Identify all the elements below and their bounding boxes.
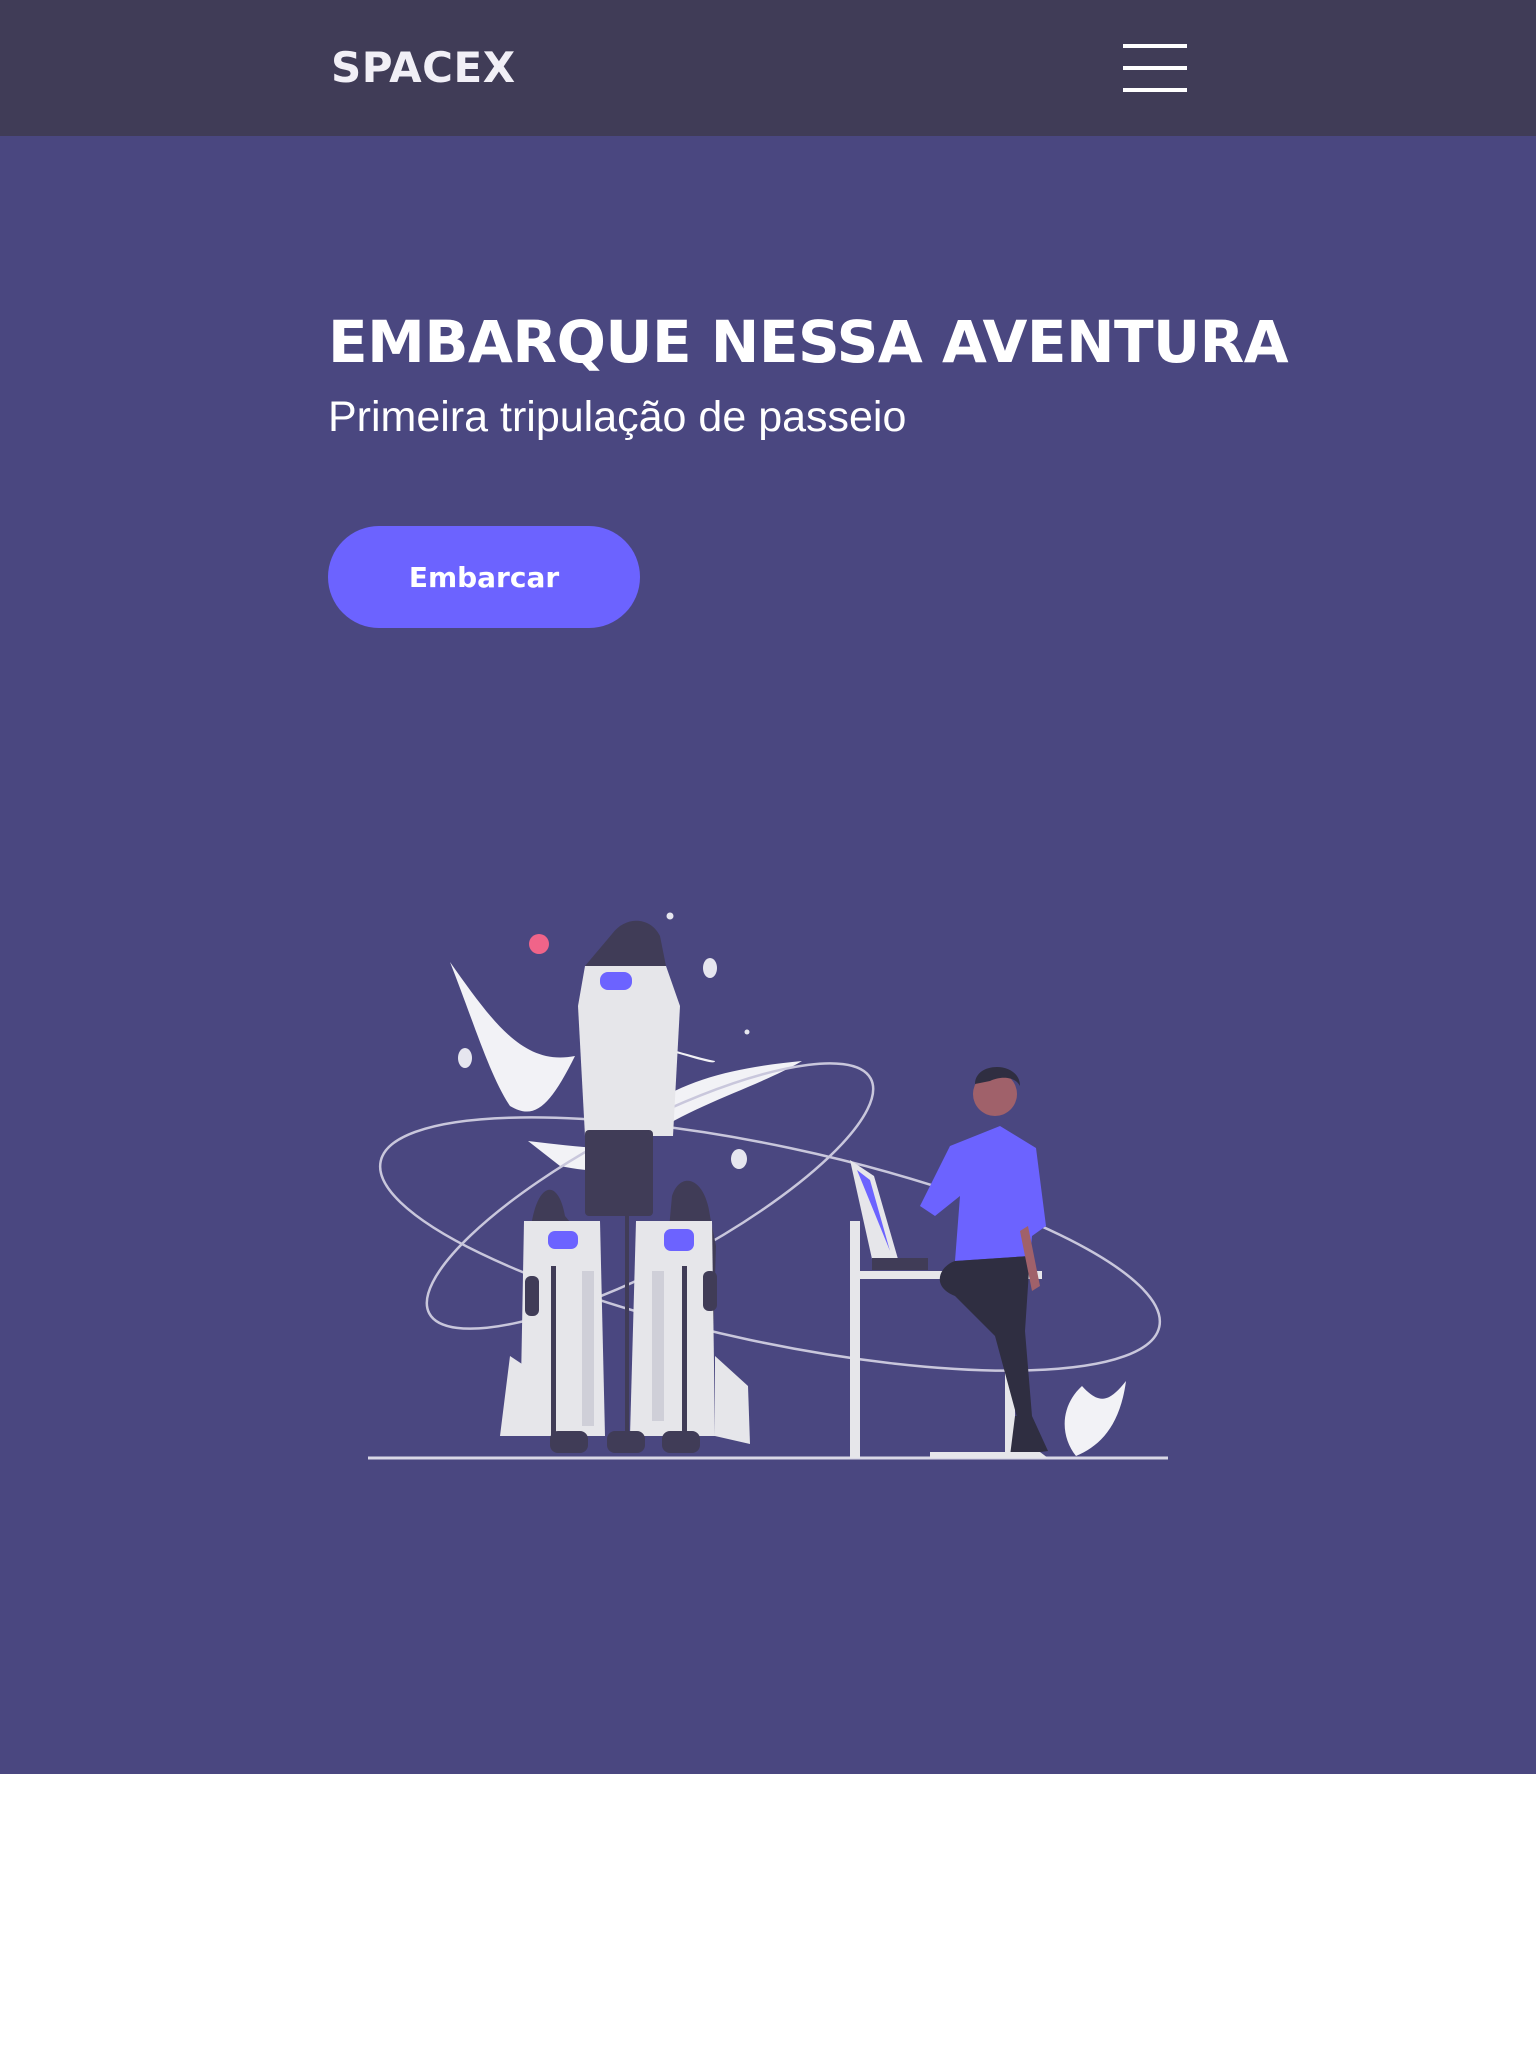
- hero-section: EMBARQUE NESSA AVENTURA Primeira tripula…: [0, 136, 1536, 1774]
- booster-stripe-icon: [625, 1216, 629, 1436]
- moon-dot-icon: [703, 958, 717, 978]
- brand-logo[interactable]: SPACEX: [331, 40, 516, 96]
- menu-bar-top: [1123, 44, 1187, 48]
- hero-subtitle: Primeira tripulação de passeio: [328, 393, 907, 441]
- person-shoe-icon: [1010, 1416, 1048, 1456]
- page-bottom-area: [0, 1774, 1536, 2048]
- booster-fin-icon: [715, 1356, 750, 1444]
- rocket-foot-icon: [607, 1431, 645, 1453]
- booster-window-icon: [548, 1231, 578, 1249]
- leaf-plant-icon: [1064, 1381, 1126, 1456]
- rocket-nose-icon: [585, 920, 666, 966]
- booster-right-icon: [630, 1221, 715, 1436]
- rocket-window-icon: [600, 972, 632, 990]
- menu-bar-middle: [1123, 66, 1187, 70]
- booster-window-icon: [664, 1229, 694, 1251]
- pink-planet-icon: [529, 934, 549, 954]
- rocket-launch-illustration: [368, 912, 1168, 1460]
- laptop-keyboard-icon: [872, 1258, 928, 1270]
- booster-shade-icon: [582, 1271, 594, 1426]
- rocket-stage-icon: [585, 1130, 653, 1216]
- moon-dot-icon: [458, 1048, 472, 1068]
- hero-title: EMBARQUE NESSA AVENTURA: [328, 308, 1289, 376]
- booster-stripe-icon: [551, 1266, 556, 1436]
- embarcar-button[interactable]: Embarcar: [328, 526, 640, 628]
- sparkle-icon: [744, 1029, 750, 1035]
- booster-shade-icon: [652, 1271, 664, 1421]
- smoke-plume-icon: [450, 962, 575, 1112]
- moon-dot-icon: [731, 1149, 747, 1169]
- menu-bar-bottom: [1123, 88, 1187, 92]
- person-legs-icon: [939, 1256, 1032, 1421]
- rocket-foot-icon: [662, 1431, 700, 1453]
- rocket-body-icon: [578, 966, 680, 1136]
- booster-handle-icon: [703, 1271, 717, 1311]
- booster-fin-icon: [500, 1356, 525, 1436]
- booster-handle-icon: [525, 1276, 539, 1316]
- desk-leg-icon: [850, 1221, 860, 1458]
- booster-stripe-icon: [682, 1266, 687, 1436]
- top-navigation-bar: SPACEX: [0, 0, 1536, 136]
- rocket-foot-icon: [550, 1431, 588, 1453]
- orbit-ring-icon: [378, 1116, 1162, 1372]
- person-sole-icon: [930, 1452, 1048, 1458]
- star-dot-icon: [666, 912, 674, 920]
- hamburger-menu-icon[interactable]: [1120, 42, 1188, 96]
